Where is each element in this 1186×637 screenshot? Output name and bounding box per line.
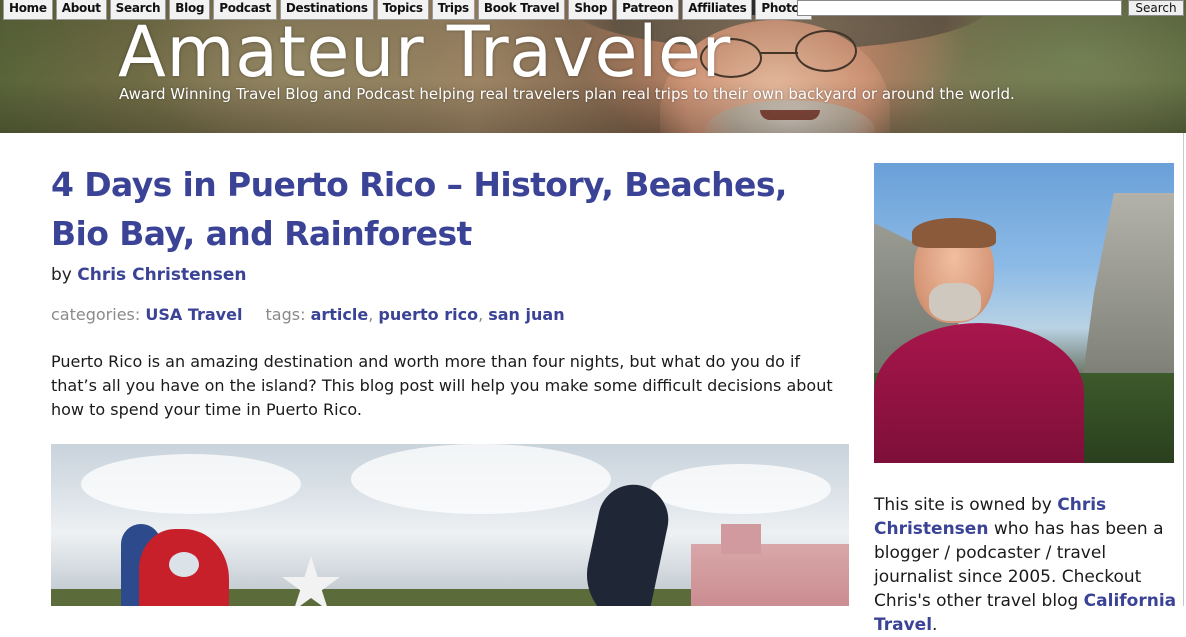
post-hero-image: [51, 444, 849, 606]
search-button[interactable]: Search: [1128, 0, 1184, 16]
byline-label: by: [51, 265, 72, 285]
nav-destinations[interactable]: Destinations: [279, 0, 374, 20]
post-intro: Puerto Rico is an amazing destination an…: [51, 352, 833, 419]
nav-affiliates[interactable]: Affiliates: [682, 0, 753, 20]
pink-building: [691, 524, 849, 606]
category-link[interactable]: USA Travel: [145, 305, 242, 324]
tag-link-puerto-rico[interactable]: puerto rico: [378, 305, 478, 324]
nav-about[interactable]: About: [55, 0, 107, 20]
page-edge-divider: [1183, 133, 1184, 606]
site-tagline: Award Winning Travel Blog and Podcast he…: [119, 85, 1015, 103]
site-title[interactable]: Amateur Traveler: [118, 10, 731, 94]
tag-link-article[interactable]: article: [311, 305, 369, 324]
post-title[interactable]: 4 Days in Puerto Rico – History, Beaches…: [51, 160, 841, 258]
nav-podcast[interactable]: Podcast: [213, 0, 277, 20]
nav-shop[interactable]: Shop: [568, 0, 614, 20]
author-photo: [874, 163, 1174, 463]
dark-sculpture: [577, 478, 675, 606]
author-link[interactable]: Chris Christensen: [77, 265, 246, 285]
search-input[interactable]: [797, 0, 1122, 16]
nav-search[interactable]: Search: [109, 0, 167, 20]
categories-label: categories:: [51, 305, 141, 324]
tag-link-san-juan[interactable]: san juan: [488, 305, 564, 324]
nav-book-travel[interactable]: Book Travel: [477, 0, 566, 20]
tags-label: tags:: [265, 305, 306, 324]
post-byline: by Chris Christensen: [51, 265, 247, 285]
nav-trips[interactable]: Trips: [431, 0, 475, 20]
nav-topics[interactable]: Topics: [376, 0, 429, 20]
top-nav: Home About Search Blog Podcast Destinati…: [0, 0, 813, 20]
nav-patreon[interactable]: Patreon: [616, 0, 680, 20]
post-meta: categories: USA Travel tags: article, pu…: [51, 305, 565, 324]
sidebar-bio: This site is owned by Chris Christensen …: [874, 495, 1177, 635]
nav-home[interactable]: Home: [3, 0, 53, 20]
nav-blog[interactable]: Blog: [169, 0, 211, 20]
